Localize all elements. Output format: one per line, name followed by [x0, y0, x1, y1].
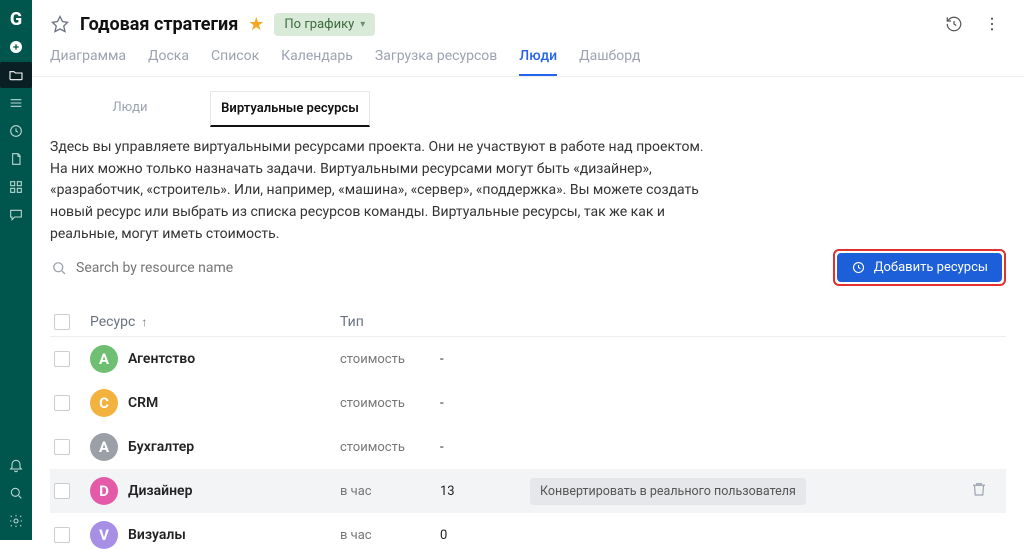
resource-type: стоимость — [340, 352, 440, 367]
avatar: V — [90, 521, 118, 549]
kebab-icon — [983, 15, 1001, 33]
resources-table: Ресурс ↑ Тип ААгентствостоимость-CCRMсто… — [50, 308, 1006, 557]
add-resource-label: Добавить ресурсы — [874, 260, 988, 275]
sidebar-chat[interactable] — [0, 202, 32, 228]
search-icon — [50, 259, 68, 277]
resource-name: Агентство — [128, 351, 195, 367]
sidebar-search[interactable] — [0, 480, 32, 506]
sidebar-add[interactable] — [0, 34, 32, 60]
trash-icon — [970, 480, 988, 498]
sidebar-time[interactable] — [0, 118, 32, 144]
search-input[interactable] — [76, 260, 336, 276]
convert-button[interactable]: Конвертировать в реального пользователя — [530, 478, 806, 505]
table-row[interactable]: C CRM стоимость- — [50, 381, 1006, 425]
avatar: А — [90, 433, 118, 461]
resource-name: Визуалы — [128, 527, 186, 543]
resource-type: стоимость — [340, 396, 440, 411]
clock-icon — [8, 123, 24, 139]
status-label: По графику — [284, 17, 354, 32]
list-icon — [8, 95, 24, 111]
tab-workload[interactable]: Загрузка ресурсов — [375, 48, 497, 76]
left-rail: G — [0, 0, 32, 540]
resource-cell: А Бухгалтер — [90, 433, 340, 461]
more-button[interactable] — [978, 10, 1006, 38]
project-icon — [50, 14, 70, 34]
delete-button[interactable] — [970, 486, 988, 502]
plus-circle-icon — [8, 39, 24, 55]
resource-type: стоимость — [340, 440, 440, 455]
tab-dashboard[interactable]: Дашборд — [579, 48, 640, 76]
sidebar-settings[interactable] — [0, 508, 32, 534]
folder-icon — [8, 67, 24, 83]
subtab-virtual-resources[interactable]: Виртуальные ресурсы — [210, 91, 370, 127]
resource-value: - — [440, 440, 530, 455]
sidebar-doc[interactable] — [0, 146, 32, 172]
document-icon — [8, 151, 24, 167]
description-text: Здесь вы управляете виртуальными ресурса… — [32, 137, 1024, 245]
row-checkbox[interactable] — [54, 527, 70, 543]
table-header: Ресурс ↑ Тип — [50, 308, 1006, 337]
add-resource-button[interactable]: Добавить ресурсы — [837, 253, 1002, 282]
resource-value: 0 — [440, 528, 530, 543]
resource-name: CRM — [128, 395, 158, 411]
sidebar-list[interactable] — [0, 90, 32, 116]
add-resource-highlight: Добавить ресурсы — [833, 249, 1006, 286]
tab-people[interactable]: Люди — [519, 48, 557, 76]
resource-name: Дизайнер — [128, 483, 192, 499]
resource-name: Бухгалтер — [128, 439, 194, 455]
tab-board[interactable]: Доска — [148, 48, 189, 76]
resource-cell: А Агентство — [90, 345, 340, 373]
project-title: Годовая стратегия — [80, 14, 238, 35]
resource-value: - — [440, 396, 530, 411]
star-icon[interactable]: ★ — [248, 14, 264, 35]
col-resource-label[interactable]: Ресурс — [90, 314, 135, 330]
chevron-down-icon: ▾ — [360, 19, 365, 30]
table-row[interactable]: А Агентство стоимость- — [50, 337, 1006, 381]
tab-diagram[interactable]: Диаграмма — [50, 48, 126, 76]
sidebar-projects[interactable] — [0, 62, 32, 88]
resource-cell: C CRM — [90, 389, 340, 417]
search-icon — [8, 485, 24, 501]
col-type-label[interactable]: Тип — [340, 314, 440, 330]
sidebar-grid[interactable] — [0, 174, 32, 200]
toolbar: Добавить ресурсы — [32, 245, 1024, 286]
clock-icon — [851, 260, 866, 275]
sort-asc-icon[interactable]: ↑ — [141, 315, 147, 329]
search-field[interactable] — [50, 253, 823, 283]
view-tabs: Диаграмма Доска Список Календарь Загрузк… — [32, 42, 1024, 77]
history-icon — [945, 15, 963, 33]
status-dropdown[interactable]: По графику ▾ — [274, 13, 375, 36]
chat-icon — [8, 207, 24, 223]
avatar: C — [90, 389, 118, 417]
resource-type: в час — [340, 484, 440, 499]
avatar: D — [90, 477, 118, 505]
app-logo[interactable]: G — [0, 6, 32, 32]
resource-cell: D Дизайнер — [90, 477, 340, 505]
row-checkbox[interactable] — [54, 439, 70, 455]
select-all-checkbox[interactable] — [54, 314, 70, 330]
row-checkbox[interactable] — [54, 483, 70, 499]
resource-type: в час — [340, 528, 440, 543]
sidebar-notifications[interactable] — [0, 452, 32, 478]
resource-value: 13 — [440, 484, 530, 499]
resource-value: - — [440, 352, 530, 367]
tab-list[interactable]: Список — [211, 48, 259, 76]
gear-icon — [8, 513, 24, 529]
table-row[interactable]: V Визуалы в час0 — [50, 513, 1006, 557]
resource-cell: V Визуалы — [90, 521, 340, 549]
avatar: А — [90, 345, 118, 373]
history-button[interactable] — [940, 10, 968, 38]
table-row[interactable]: D Дизайнер в час13Конвертировать в реально… — [50, 469, 1006, 513]
subtab-people[interactable]: Люди — [50, 91, 210, 127]
row-checkbox[interactable] — [54, 351, 70, 367]
people-subtabs: Люди Виртуальные ресурсы — [50, 91, 1006, 127]
row-checkbox[interactable] — [54, 395, 70, 411]
tab-calendar[interactable]: Календарь — [281, 48, 353, 76]
table-row[interactable]: А Бухгалтер стоимость- — [50, 425, 1006, 469]
bell-icon — [8, 457, 24, 473]
project-header: Годовая стратегия ★ По графику ▾ — [32, 0, 1024, 42]
grid-icon — [8, 179, 24, 195]
